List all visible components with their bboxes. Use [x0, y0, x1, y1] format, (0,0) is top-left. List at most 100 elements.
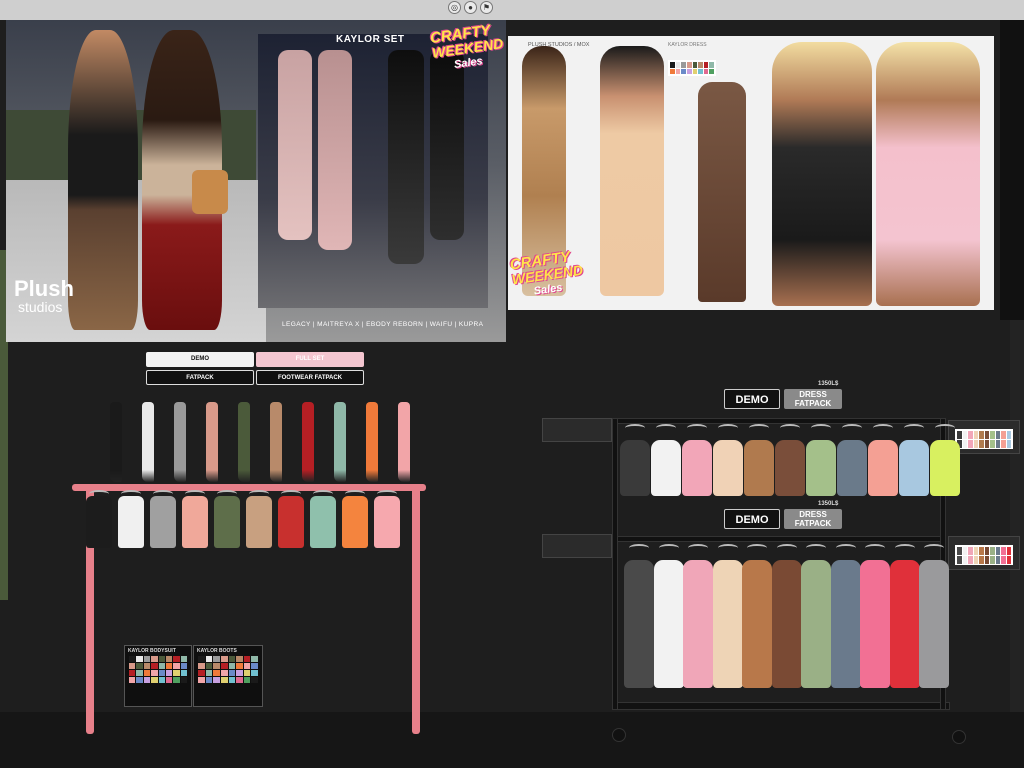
dress-top-item-2[interactable]	[651, 440, 681, 496]
dress-bottom-item-8[interactable]	[830, 560, 861, 688]
dress-color-swatch[interactable]	[968, 547, 973, 555]
palette-swatch[interactable]	[143, 677, 151, 683]
palette-swatch[interactable]	[129, 677, 136, 683]
dress-color-swatch[interactable]	[1006, 547, 1011, 555]
dress-color-swatch[interactable]	[968, 431, 973, 439]
palette-swatch[interactable]	[158, 656, 165, 662]
dress-color-swatch[interactable]	[990, 431, 995, 439]
dress-color-swatch[interactable]	[973, 431, 978, 439]
bodysuit-item-10[interactable]	[374, 496, 400, 548]
dress-info-sign-top[interactable]	[542, 418, 612, 442]
bodysuit-item-9[interactable]	[342, 496, 368, 548]
palette-swatch[interactable]	[143, 663, 151, 669]
palette-swatch[interactable]	[180, 670, 187, 676]
palette-swatch[interactable]	[220, 670, 228, 676]
palette-swatch[interactable]	[243, 670, 251, 676]
dress-top-item-1[interactable]	[620, 440, 650, 496]
boot-item-6[interactable]	[270, 402, 282, 482]
dress-bottom-item-2[interactable]	[653, 560, 684, 688]
palette-swatch[interactable]	[173, 663, 180, 669]
palette-swatch[interactable]	[228, 677, 236, 683]
dress-color-swatch[interactable]	[957, 556, 962, 564]
zoom-icon[interactable]: ◎	[448, 0, 461, 14]
palette-swatch[interactable]	[236, 670, 243, 676]
camera-icon[interactable]: ●	[464, 0, 477, 14]
palette-swatch[interactable]	[136, 656, 143, 662]
boot-item-3[interactable]	[174, 402, 186, 482]
palette-swatch[interactable]	[173, 677, 180, 683]
boot-item-10[interactable]	[398, 402, 410, 482]
dress-bottom-item-3[interactable]	[683, 560, 713, 688]
dress-color-swatch[interactable]	[1006, 440, 1011, 448]
dress-color-swatch[interactable]	[962, 440, 967, 448]
demo-button[interactable]: DEMO	[146, 352, 254, 367]
dress-color-swatch[interactable]	[973, 547, 978, 555]
dress-top-item-5[interactable]	[744, 440, 774, 496]
bodysuit-palette-card[interactable]: KAYLOR BODYSUIT	[124, 645, 192, 707]
dress-color-swatch[interactable]	[1001, 547, 1006, 555]
palette-swatch[interactable]	[143, 656, 151, 662]
dress-color-swatch[interactable]	[984, 556, 989, 564]
dress-color-swatch[interactable]	[995, 431, 1000, 439]
dress-color-swatch[interactable]	[990, 547, 995, 555]
bodysuit-item-7[interactable]	[278, 496, 304, 548]
palette-swatch[interactable]	[205, 677, 213, 683]
dress-color-sign-bottom[interactable]	[948, 536, 1020, 570]
palette-swatch[interactable]	[220, 663, 228, 669]
boots-palette-card[interactable]: KAYLOR BOOTS	[193, 645, 263, 707]
palette-swatch[interactable]	[236, 677, 243, 683]
palette-swatch[interactable]	[151, 677, 158, 683]
palette-swatch[interactable]	[165, 670, 173, 676]
boot-item-4[interactable]	[206, 402, 218, 482]
palette-swatch[interactable]	[165, 677, 173, 683]
dress-bottom-item-4[interactable]	[712, 560, 743, 688]
palette-swatch[interactable]	[158, 670, 165, 676]
palette-swatch[interactable]	[213, 677, 220, 683]
palette-swatch[interactable]	[173, 656, 180, 662]
dress-demo-button-bottom[interactable]: DEMO	[724, 509, 780, 529]
dress-bottom-item-1[interactable]	[624, 560, 654, 688]
dress-color-swatch[interactable]	[990, 556, 995, 564]
dress-color-swatch[interactable]	[995, 547, 1000, 555]
dress-color-swatch[interactable]	[979, 431, 984, 439]
palette-swatch[interactable]	[251, 663, 258, 669]
dress-top-item-3[interactable]	[682, 440, 712, 496]
palette-swatch[interactable]	[151, 656, 158, 662]
palette-swatch[interactable]	[180, 656, 187, 662]
palette-swatch[interactable]	[213, 656, 220, 662]
dress-bottom-item-10[interactable]	[889, 560, 920, 688]
dress-color-swatch[interactable]	[973, 556, 978, 564]
palette-swatch[interactable]	[213, 663, 220, 669]
dress-demo-button-top[interactable]: DEMO	[724, 389, 780, 409]
palette-swatch[interactable]	[136, 663, 143, 669]
dress-color-swatch[interactable]	[973, 440, 978, 448]
palette-swatch[interactable]	[151, 670, 158, 676]
palette-swatch[interactable]	[136, 677, 143, 683]
dress-color-swatch[interactable]	[979, 547, 984, 555]
fullset-button[interactable]: FULL SET	[256, 352, 364, 367]
palette-swatch[interactable]	[180, 663, 187, 669]
palette-swatch[interactable]	[236, 663, 243, 669]
palette-swatch[interactable]	[205, 656, 213, 662]
palette-swatch[interactable]	[213, 670, 220, 676]
bodysuit-item-1[interactable]	[86, 496, 112, 548]
dress-color-swatch[interactable]	[995, 556, 1000, 564]
palette-swatch[interactable]	[198, 663, 205, 669]
bodysuit-item-6[interactable]	[246, 496, 272, 548]
palette-swatch[interactable]	[205, 663, 213, 669]
palette-swatch[interactable]	[158, 663, 165, 669]
flag-icon[interactable]: ⚑	[480, 0, 493, 14]
dress-bottom-item-7[interactable]	[801, 560, 831, 688]
dress-color-swatch[interactable]	[995, 440, 1000, 448]
dress-info-sign-bottom[interactable]	[542, 534, 612, 558]
palette-swatch[interactable]	[251, 677, 258, 683]
palette-swatch[interactable]	[198, 670, 205, 676]
dress-top-item-10[interactable]	[899, 440, 929, 496]
boot-item-2[interactable]	[142, 402, 154, 482]
palette-swatch[interactable]	[243, 677, 251, 683]
palette-swatch[interactable]	[198, 677, 205, 683]
dress-color-swatch[interactable]	[1006, 431, 1011, 439]
dress-top-item-11[interactable]	[930, 440, 960, 496]
boot-item-1[interactable]	[110, 402, 122, 482]
dress-color-swatch[interactable]	[1006, 556, 1011, 564]
